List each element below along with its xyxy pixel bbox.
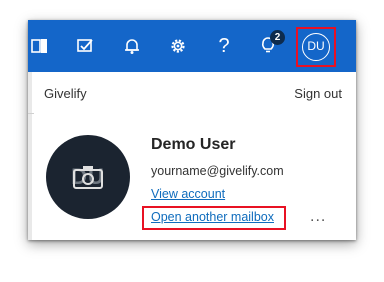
todo-icon[interactable] [74,34,98,58]
more-options-button[interactable]: ... [310,208,326,226]
account-manager-window: ? 2 DU Givelify Sign out DU Demo User yo… [28,20,356,240]
gear-icon[interactable] [166,34,190,58]
user-name: Demo User [151,136,236,153]
open-another-mailbox-link[interactable]: Open another mailbox [151,210,274,224]
help-icon[interactable]: ? [212,34,236,58]
profile-initials: DU [302,33,330,61]
user-email: yourname@givelify.com [151,164,284,178]
whats-new-badge: 2 [270,30,285,45]
sign-out-link[interactable]: Sign out [294,86,342,101]
avatar[interactable]: DU [46,135,130,219]
help-glyph: ? [218,35,230,57]
organization-name: Givelify [44,86,87,101]
apps-icon[interactable] [28,34,52,58]
divider [28,113,34,114]
camera-icon [73,166,103,189]
bell-icon[interactable] [120,34,144,58]
top-bar: ? 2 DU [28,20,356,72]
view-account-link[interactable]: View account [151,187,225,201]
background-strip [28,72,32,240]
lightbulb-icon[interactable]: 2 [256,30,285,58]
profile-button[interactable]: DU [296,27,336,67]
